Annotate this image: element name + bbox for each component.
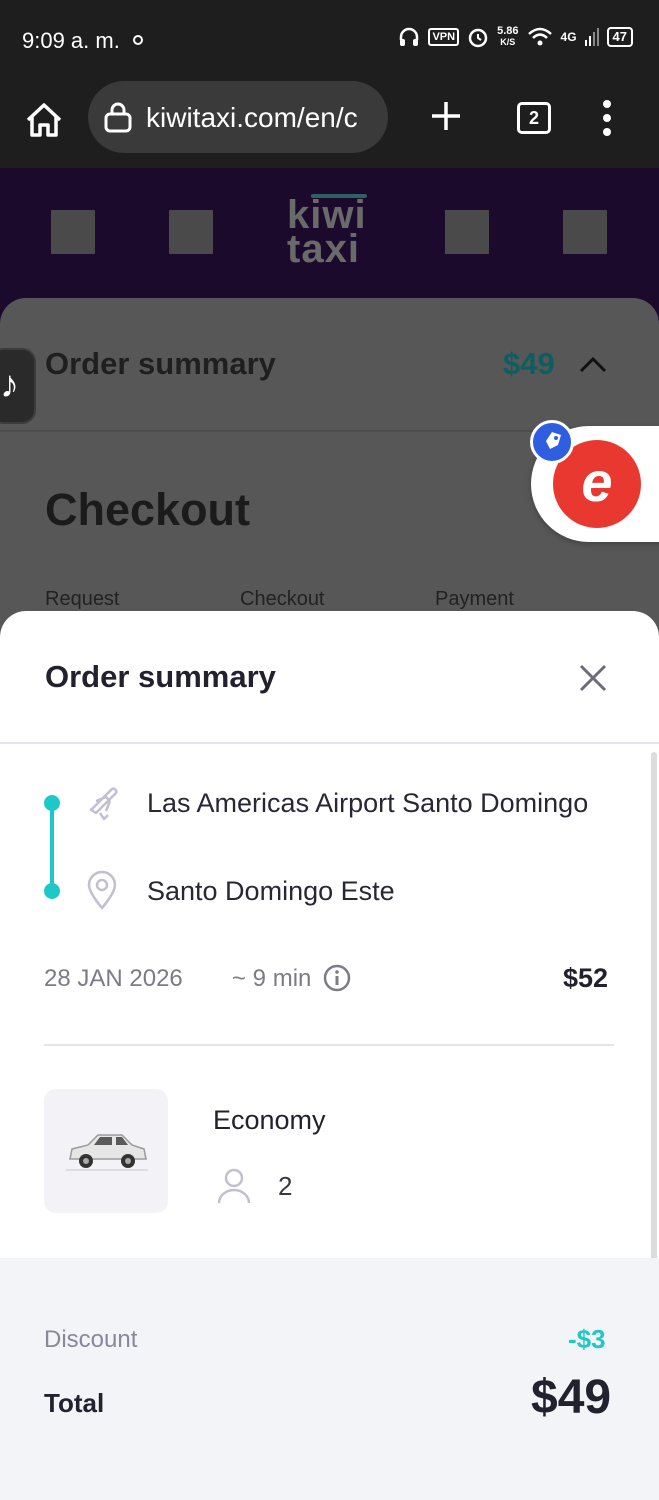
tab-switcher-button[interactable]: 2 <box>517 102 551 134</box>
trip-date: 28 JAN 2026 <box>44 965 183 992</box>
car-icon <box>66 1134 148 1171</box>
route-from: Las Americas Airport Santo Domingo <box>147 788 589 818</box>
notification-dot-icon <box>133 35 143 45</box>
location-pin-icon <box>87 870 117 910</box>
browser-toolbar: kiwitaxi.com/en/c 2 <box>0 80 659 168</box>
collapsed-summary-price: $49 <box>503 346 555 381</box>
collapsed-summary-title: Order summary <box>45 346 276 381</box>
address-bar[interactable]: kiwitaxi.com/en/c <box>88 81 388 153</box>
discount-label: Discount <box>44 1326 138 1353</box>
passenger-count: 2 <box>278 1171 293 1201</box>
close-icon[interactable] <box>576 661 610 695</box>
vpn-badge: VPN <box>428 28 460 46</box>
status-bar: 9:09 a. m. VPN 5.86 K/S 4G 47 <box>0 0 659 80</box>
speed-value: 5.86 <box>497 25 519 37</box>
url-text: kiwitaxi.com/en/c <box>146 102 358 133</box>
discount-value: -$3 <box>568 1324 606 1354</box>
vehicle-image <box>44 1089 168 1213</box>
tiktok-floating-icon[interactable]: ♪ <box>0 348 36 424</box>
sheet-title: Order summary <box>45 659 276 694</box>
route-end-dot <box>44 883 60 899</box>
total-value: $49 <box>531 1371 612 1424</box>
vehicle-class: Economy <box>213 1105 326 1135</box>
route-start-dot <box>44 795 60 811</box>
logo-line-2: taxi <box>287 227 360 271</box>
header-icon-placeholder[interactable] <box>563 210 607 254</box>
wifi-icon <box>527 27 552 46</box>
route-line <box>50 803 54 891</box>
info-icon[interactable] <box>322 963 352 993</box>
header-icon-placeholder[interactable] <box>169 210 213 254</box>
step-payment: Payment <box>435 588 514 610</box>
total-label: Total <box>44 1388 105 1418</box>
tiktok-glyph: ♪ <box>0 364 19 406</box>
network-speed: 5.86 K/S <box>497 26 518 48</box>
speed-unit: K/S <box>500 37 516 47</box>
home-icon[interactable] <box>22 98 66 142</box>
more-options-icon[interactable] <box>600 98 614 138</box>
divider <box>0 742 659 744</box>
trip-duration: ~ 9 min <box>232 965 312 992</box>
status-time: 9:09 a. m. <box>22 28 120 53</box>
route-to: Santo Domingo Este <box>147 876 395 906</box>
plane-icon <box>89 787 118 821</box>
header-icon-placeholder[interactable] <box>51 210 95 254</box>
step-request: Request <box>45 588 120 610</box>
header-icon-placeholder[interactable] <box>445 210 489 254</box>
alarm-icon <box>468 28 488 48</box>
chevron-up-icon[interactable] <box>578 354 608 374</box>
signal-icon <box>584 28 599 46</box>
person-icon <box>217 1168 251 1204</box>
lock-icon <box>104 102 132 133</box>
divider <box>44 1044 614 1046</box>
trip-price: $52 <box>563 963 609 993</box>
status-icons: VPN 5.86 K/S 4G 47 <box>398 26 633 48</box>
totals-section: Discount -$3 Total $49 <box>0 1258 659 1500</box>
headphones-icon <box>400 27 419 46</box>
new-tab-plus-icon[interactable] <box>428 98 464 134</box>
page-title: Checkout <box>45 484 251 535</box>
battery-icon: 47 <box>606 27 633 47</box>
order-summary-sheet: Order summary Las Americas Airport Santo… <box>0 611 659 1500</box>
step-checkout: Checkout <box>240 588 325 610</box>
tag-pin-icon <box>530 420 574 464</box>
tag-icon <box>546 432 561 449</box>
network-type: 4G <box>560 30 577 44</box>
kiwitaxi-logo[interactable]: kiwi taxi <box>287 195 371 271</box>
